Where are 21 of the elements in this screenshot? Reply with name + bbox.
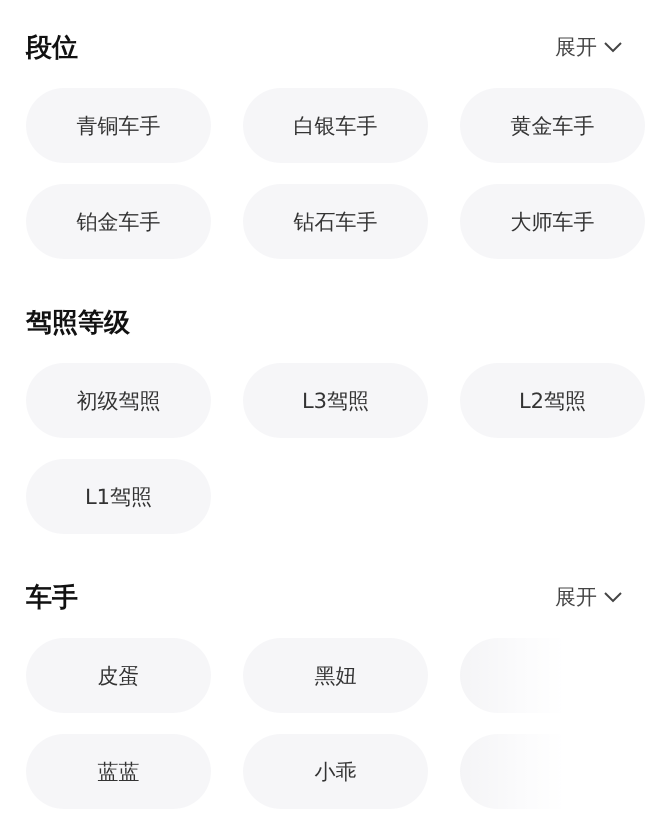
- filter-chip[interactable]: 白银车手: [243, 88, 428, 163]
- filter-chip[interactable]: 钻石车手: [243, 184, 428, 259]
- filter-chip[interactable]: 蓝蓝: [26, 734, 211, 809]
- filter-chip[interactable]: 皮蛋: [26, 638, 211, 713]
- section-title: 车手: [26, 582, 78, 614]
- filter-chip[interactable]: 黑妞: [243, 638, 428, 713]
- filter-chip[interactable]: 黄金车手: [460, 88, 645, 163]
- chevron-down-icon: [603, 41, 623, 53]
- expand-button[interactable]: 展开: [555, 583, 623, 611]
- expand-button[interactable]: 展开: [555, 33, 623, 61]
- section-title: 段位: [26, 32, 78, 64]
- filter-chip[interactable]: 铂金车手: [26, 184, 211, 259]
- filter-chip[interactable]: 大师车手: [460, 184, 645, 259]
- filter-chip[interactable]: L1驾照: [26, 459, 211, 534]
- filter-chip[interactable]: 小乖: [243, 734, 428, 809]
- filter-chip[interactable]: 初级驾照: [26, 363, 211, 438]
- filter-chip[interactable]: L2驾照: [460, 363, 645, 438]
- chevron-down-icon: [603, 591, 623, 603]
- filter-chip[interactable]: L3驾照: [243, 363, 428, 438]
- filter-chip[interactable]: 青铜车手: [26, 88, 211, 163]
- section-title: 驾照等级: [26, 306, 130, 340]
